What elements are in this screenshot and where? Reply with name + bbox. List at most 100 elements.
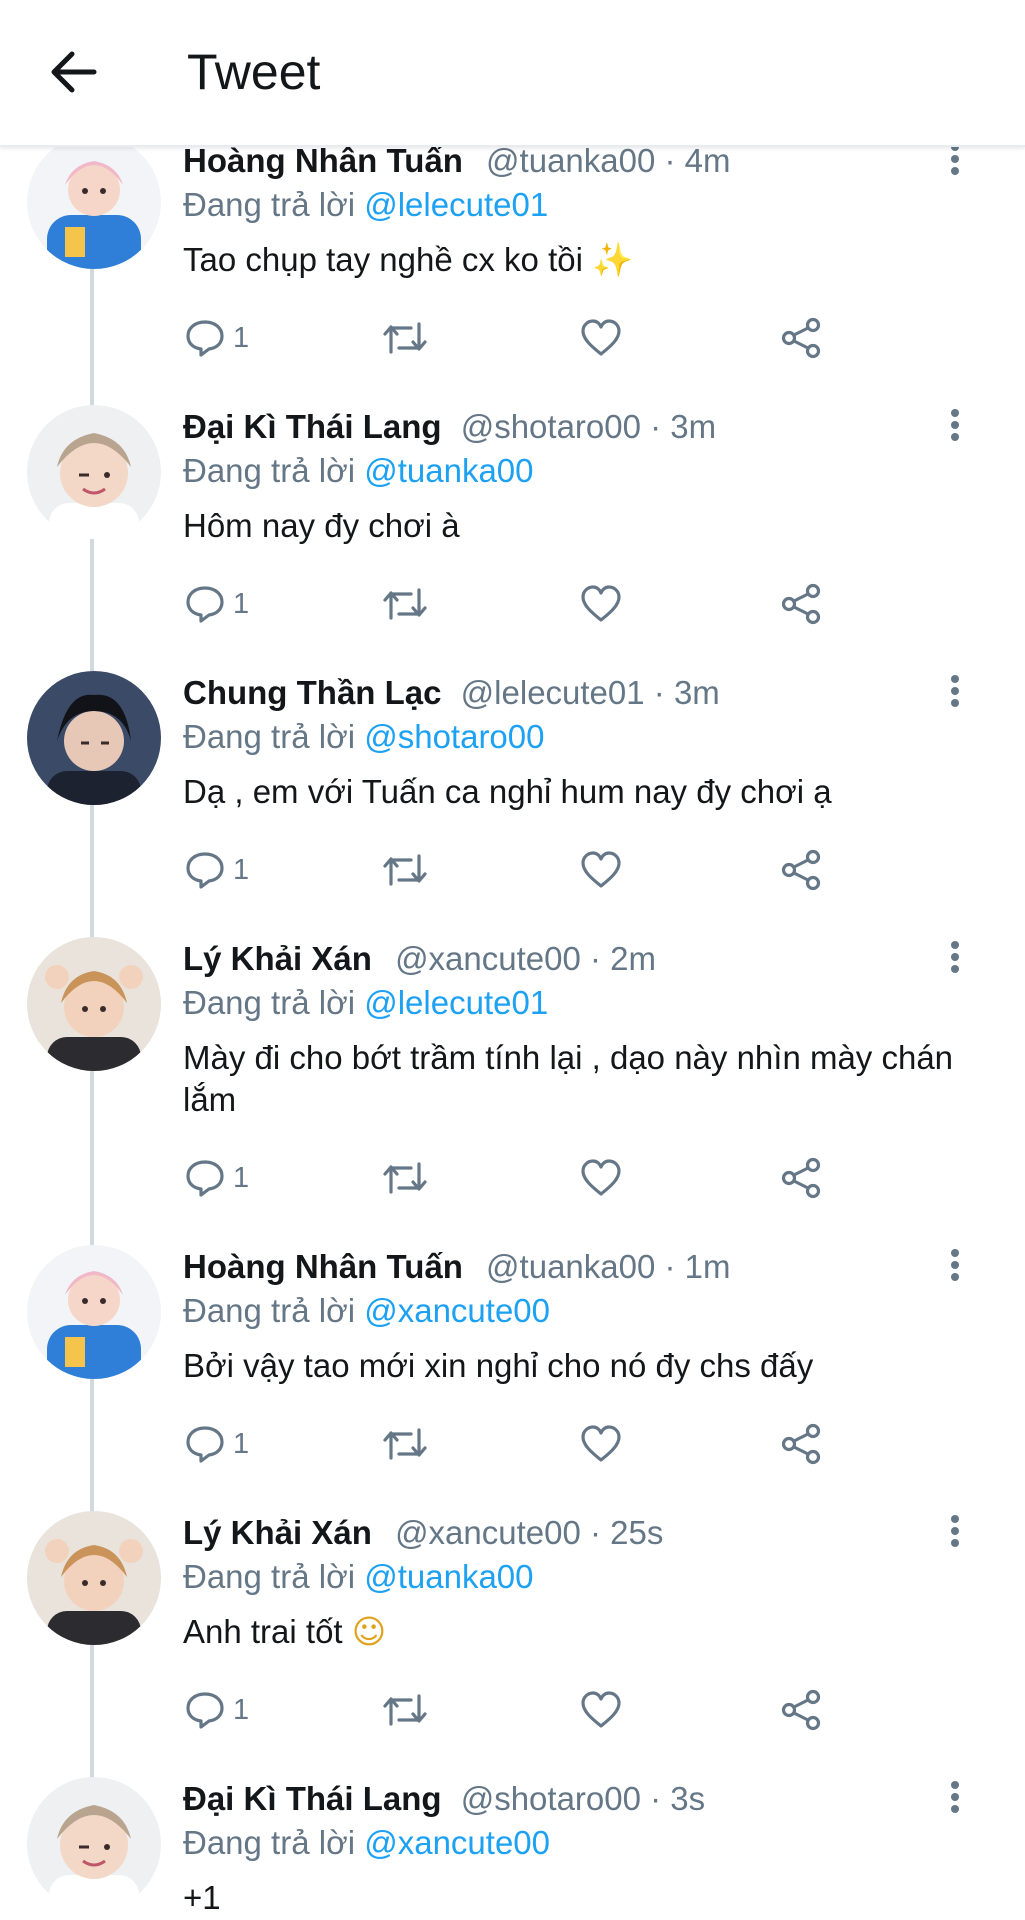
tweet-actions: 1 xyxy=(183,845,843,895)
reply-to-handle-link[interactable]: @lelecute01 xyxy=(364,186,548,223)
reply-button[interactable]: 1 xyxy=(183,579,249,629)
retweet-icon xyxy=(383,1694,427,1726)
reply-to-handle-link[interactable]: @xancute00 xyxy=(364,1824,550,1861)
more-vertical-icon xyxy=(951,1515,959,1547)
tweet-body: Tao chụp tay nghề cx ko tồi xyxy=(183,241,583,278)
like-button[interactable] xyxy=(579,1419,623,1469)
avatar[interactable] xyxy=(27,1245,161,1379)
reply-to-handle-link[interactable]: @xancute00 xyxy=(364,1292,550,1329)
retweet-icon xyxy=(383,1428,427,1460)
like-button[interactable] xyxy=(579,845,623,895)
reply-to-handle-link[interactable]: @tuanka00 xyxy=(364,1558,533,1595)
reply-icon xyxy=(186,852,224,889)
tweet-body: Mày đi cho bớt trầm tính lại , dạo này n… xyxy=(183,1039,954,1118)
tweet-actions: 1 xyxy=(183,579,843,629)
retweet-button[interactable] xyxy=(381,845,429,895)
thread-connector xyxy=(90,265,94,411)
like-button[interactable] xyxy=(579,1685,623,1735)
handle-timestamp: @xancute00 · 25s xyxy=(395,1514,664,1551)
share-button[interactable] xyxy=(779,313,823,363)
more-options-button[interactable] xyxy=(935,671,975,711)
like-button[interactable] xyxy=(579,313,623,363)
share-icon xyxy=(781,583,821,625)
avatar[interactable] xyxy=(27,145,161,269)
replying-to: Đang trả lời @tuanka00 xyxy=(183,1557,534,1597)
reply-button[interactable]: 1 xyxy=(183,1153,249,1203)
display-name[interactable]: Đại Kì Thái Lang xyxy=(183,408,442,445)
tweet-header: Lý Khải Xán @xancute00 · 25s xyxy=(183,1513,663,1553)
reply-to-handle-link[interactable]: @lelecute01 xyxy=(364,984,548,1021)
tweet[interactable]: Chung Thần Lạc @lelecute01 · 3m Đang trả… xyxy=(0,671,1025,943)
reply-count: 1 xyxy=(233,1427,250,1460)
tweet[interactable]: Hoàng Nhân Tuấn @tuanka00 · 4m Đang trả … xyxy=(0,145,1025,411)
tweet-text: Anh trai tốt ☺ xyxy=(183,1611,983,1653)
tweet[interactable]: Hoàng Nhân Tuấn @tuanka00 · 1m Đang trả … xyxy=(0,1245,1025,1517)
tweet-header: Đại Kì Thái Lang @shotaro00 · 3m xyxy=(183,407,716,447)
avatar[interactable] xyxy=(27,405,161,539)
retweet-button[interactable] xyxy=(381,1419,429,1469)
replying-to-label: Đang trả lời xyxy=(183,718,356,755)
more-options-button[interactable] xyxy=(935,405,975,445)
more-options-button[interactable] xyxy=(935,937,975,977)
reply-to-handle-link[interactable]: @tuanka00 xyxy=(364,452,533,489)
avatar[interactable] xyxy=(27,671,161,805)
like-button[interactable] xyxy=(579,579,623,629)
handle-timestamp: @tuanka00 · 4m xyxy=(486,145,731,179)
display-name[interactable]: Chung Thần Lạc xyxy=(183,674,442,711)
display-name[interactable]: Hoàng Nhân Tuấn xyxy=(183,1248,463,1285)
share-button[interactable] xyxy=(779,845,823,895)
tweet-actions: 1 xyxy=(183,1153,843,1203)
display-name[interactable]: Hoàng Nhân Tuấn xyxy=(183,145,463,179)
sparkles-emoji: ✨ xyxy=(592,240,634,279)
more-options-button[interactable] xyxy=(935,1245,975,1285)
tweet[interactable]: Lý Khải Xán @xancute00 · 25s Đang trả lờ… xyxy=(0,1511,1025,1783)
like-button[interactable] xyxy=(579,1153,623,1203)
share-button[interactable] xyxy=(779,1685,823,1735)
display-name[interactable]: Lý Khải Xán xyxy=(183,1514,372,1551)
page-title: Tweet xyxy=(187,44,321,100)
share-button[interactable] xyxy=(779,579,823,629)
tweet-text: Hôm nay đy chơi à xyxy=(183,505,983,547)
back-button[interactable] xyxy=(44,42,104,102)
like-icon xyxy=(581,1159,621,1196)
reply-button[interactable]: 1 xyxy=(183,1685,249,1735)
reply-button[interactable]: 1 xyxy=(183,845,249,895)
display-name[interactable]: Lý Khải Xán xyxy=(183,940,372,977)
avatar[interactable] xyxy=(27,937,161,1071)
more-options-button[interactable] xyxy=(935,145,975,179)
tweet-text: Dạ , em với Tuấn ca nghỉ hum nay đy chơi… xyxy=(183,771,983,813)
retweet-icon xyxy=(383,1162,427,1194)
display-name[interactable]: Đại Kì Thái Lang xyxy=(183,1780,442,1817)
reply-thread: Hoàng Nhân Tuấn @tuanka00 · 4m Đang trả … xyxy=(0,145,1025,1920)
retweet-button[interactable] xyxy=(381,579,429,629)
replying-to: Đang trả lời @tuanka00 xyxy=(183,451,534,491)
arrow-left-icon xyxy=(51,51,97,93)
share-button[interactable] xyxy=(779,1419,823,1469)
share-icon xyxy=(781,1689,821,1731)
retweet-button[interactable] xyxy=(381,1685,429,1735)
replying-to-label: Đang trả lời xyxy=(183,1824,356,1861)
tweet-header: Hoàng Nhân Tuấn @tuanka00 · 4m xyxy=(183,145,731,181)
tweet-actions: 1 xyxy=(183,313,843,363)
more-options-button[interactable] xyxy=(935,1511,975,1551)
tweet-body: Bởi vậy tao mới xin nghỉ cho nó đy chs đ… xyxy=(183,1347,814,1384)
tweet[interactable]: Đại Kì Thái Lang @shotaro00 · 3s Đang tr… xyxy=(0,1777,1025,1920)
reply-button[interactable]: 1 xyxy=(183,1419,249,1469)
reply-to-handle-link[interactable]: @shotaro00 xyxy=(364,718,544,755)
avatar[interactable] xyxy=(27,1511,161,1645)
retweet-icon xyxy=(383,854,427,886)
share-icon xyxy=(781,1423,821,1465)
reply-icon xyxy=(186,1692,224,1729)
replying-to: Đang trả lời @lelecute01 xyxy=(183,983,548,1023)
more-options-button[interactable] xyxy=(935,1777,975,1817)
reply-button[interactable]: 1 xyxy=(183,313,249,363)
avatar[interactable] xyxy=(27,1777,161,1911)
tweet[interactable]: Đại Kì Thái Lang @shotaro00 · 3m Đang tr… xyxy=(0,405,1025,677)
retweet-button[interactable] xyxy=(381,1153,429,1203)
share-button[interactable] xyxy=(779,1153,823,1203)
like-icon xyxy=(581,1425,621,1462)
retweet-button[interactable] xyxy=(381,313,429,363)
tweet[interactable]: Lý Khải Xán @xancute00 · 2m Đang trả lời… xyxy=(0,937,1025,1251)
replying-to-label: Đang trả lời xyxy=(183,186,356,223)
retweet-icon xyxy=(383,588,427,620)
